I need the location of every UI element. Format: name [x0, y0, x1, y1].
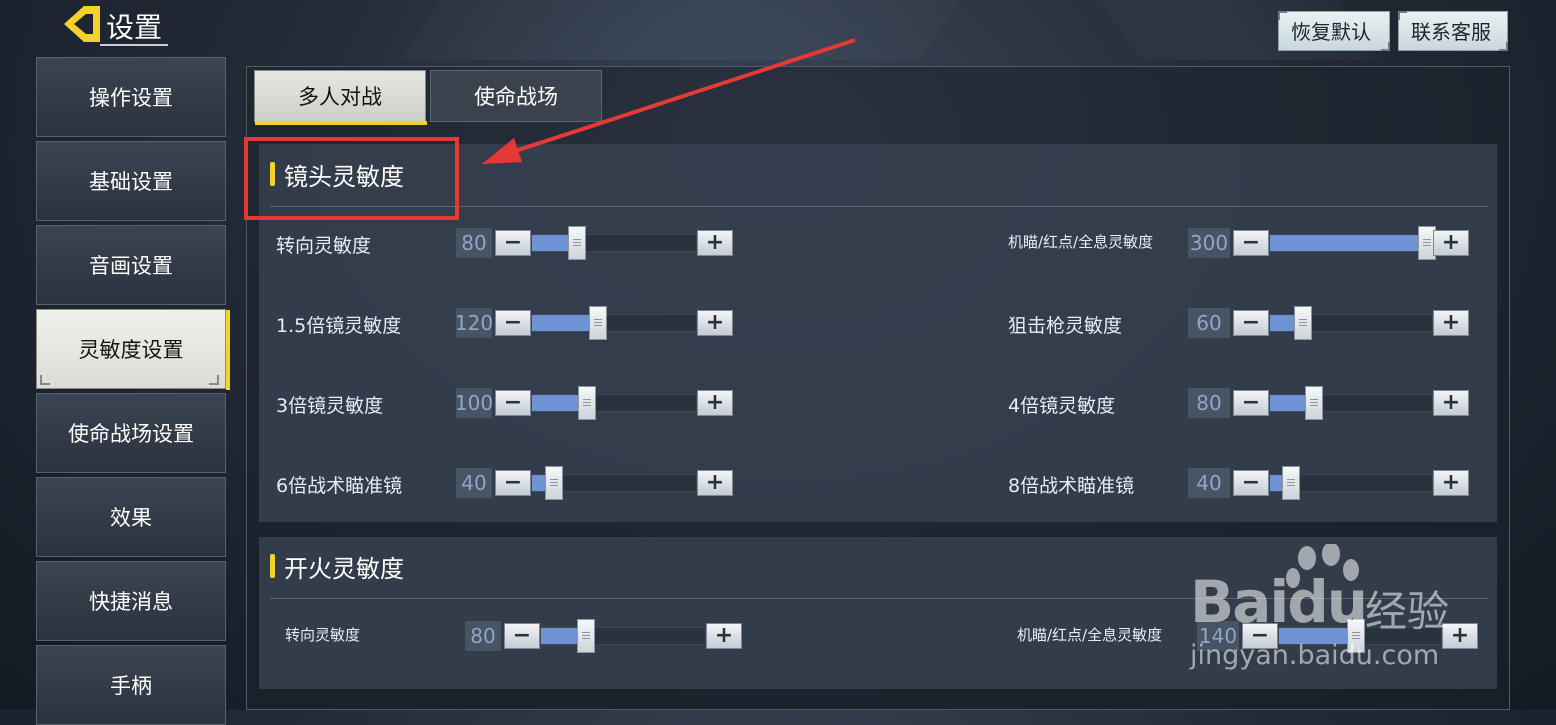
slider-track[interactable] — [1278, 619, 1442, 653]
section-title-fire: 开火灵敏度 — [284, 555, 404, 583]
title-underline — [100, 44, 168, 46]
slider-value: 80 — [465, 621, 501, 651]
slider-thumb[interactable] — [568, 226, 586, 260]
increase-button[interactable]: + — [697, 470, 733, 496]
slider-track[interactable] — [531, 306, 697, 340]
section-marker — [270, 554, 275, 578]
slider-value: 120 — [455, 308, 493, 338]
slider-fill — [1270, 235, 1427, 251]
slider-value: 80 — [456, 228, 492, 258]
sidebar-item-operation[interactable]: 操作设置 — [36, 57, 226, 137]
slider-track[interactable] — [1269, 466, 1433, 500]
contact-service-button[interactable]: 联系客服 — [1398, 11, 1508, 51]
slider-thumb[interactable] — [1294, 306, 1312, 340]
slider-label: 3倍镜灵敏度 — [276, 395, 384, 417]
fire-sensitivity-section — [259, 537, 1497, 689]
sidebar-item-sensitivity[interactable]: 灵敏度设置 — [36, 309, 230, 390]
sidebar-item-basic[interactable]: 基础设置 — [36, 141, 226, 221]
slider-thumb[interactable] — [545, 466, 563, 500]
corner-decor — [40, 375, 50, 385]
slider-label: 6倍战术瞄准镜 — [276, 475, 403, 497]
slider-value: 140 — [1197, 621, 1239, 651]
increase-button[interactable]: + — [1433, 390, 1469, 416]
slider-thumb[interactable] — [578, 386, 596, 420]
slider-track[interactable] — [1269, 386, 1433, 420]
tab-multiplayer[interactable]: 多人对战 — [254, 70, 427, 125]
restore-default-button[interactable]: 恢复默认 — [1278, 11, 1390, 51]
slider-label: 转向灵敏度 — [276, 235, 372, 257]
slider-fill — [1279, 628, 1356, 644]
slider-value: 60 — [1188, 308, 1230, 338]
sidebar-item-audio-video[interactable]: 音画设置 — [36, 225, 226, 305]
decrease-button[interactable]: − — [495, 470, 531, 496]
slider-label: 机瞄/红点/全息灵敏度 — [1008, 233, 1154, 251]
slider-track[interactable] — [531, 466, 697, 500]
slider-track[interactable] — [1269, 226, 1436, 260]
slider-value: 40 — [1188, 468, 1230, 498]
slider-label: 转向灵敏度 — [285, 626, 361, 644]
decrease-button[interactable]: − — [504, 623, 540, 649]
decrease-button[interactable]: − — [1233, 470, 1269, 496]
slider-track[interactable] — [540, 619, 706, 653]
increase-button[interactable]: + — [1442, 623, 1478, 649]
increase-button[interactable]: + — [706, 623, 742, 649]
annotation-arrow — [482, 38, 856, 164]
slider-track[interactable] — [531, 386, 697, 420]
increase-button[interactable]: + — [1433, 470, 1469, 496]
slider-thumb[interactable] — [589, 306, 607, 340]
highlight-box — [244, 137, 459, 220]
decrease-button[interactable]: − — [1233, 310, 1269, 336]
decrease-button[interactable]: − — [1233, 390, 1269, 416]
decrease-button[interactable]: − — [495, 310, 531, 336]
increase-button[interactable]: + — [1433, 310, 1469, 336]
increase-button[interactable]: + — [697, 230, 733, 256]
slider-track[interactable] — [531, 226, 697, 260]
slider-label: 狙击枪灵敏度 — [1008, 315, 1123, 337]
sidebar-item-controller[interactable]: 手柄 — [36, 645, 226, 725]
sidebar-item-effects[interactable]: 效果 — [36, 477, 226, 557]
slider-value: 80 — [1188, 388, 1230, 418]
slider-label: 4倍镜灵敏度 — [1008, 395, 1116, 417]
page-title: 设置 — [106, 11, 163, 44]
slider-track[interactable] — [1269, 306, 1433, 340]
decrease-button[interactable]: − — [495, 230, 531, 256]
slider-label: 1.5倍镜灵敏度 — [276, 315, 402, 337]
back-arrow-icon[interactable] — [60, 4, 104, 44]
decrease-button[interactable]: − — [1242, 623, 1278, 649]
sidebar-item-battle-royale[interactable]: 使命战场设置 — [36, 393, 226, 473]
corner-decor — [209, 375, 219, 385]
slider-label: 8倍战术瞄准镜 — [1008, 475, 1135, 497]
slider-value: 300 — [1188, 228, 1230, 258]
increase-button[interactable]: + — [697, 310, 733, 336]
sidebar-item-quick-messages[interactable]: 快捷消息 — [36, 561, 226, 641]
increase-button[interactable]: + — [697, 390, 733, 416]
section-divider — [270, 598, 1488, 599]
decrease-button[interactable]: − — [1233, 230, 1269, 256]
slider-label: 机瞄/红点/全息灵敏度 — [1017, 626, 1163, 644]
slider-thumb[interactable] — [577, 619, 595, 653]
slider-thumb[interactable] — [1305, 386, 1323, 420]
decrease-button[interactable]: − — [495, 390, 531, 416]
slider-value: 40 — [456, 468, 492, 498]
slider-thumb[interactable] — [1282, 466, 1300, 500]
slider-thumb[interactable] — [1347, 619, 1365, 653]
increase-button[interactable]: + — [1433, 230, 1469, 256]
slider-value: 100 — [455, 388, 493, 418]
sidebar-item-label: 灵敏度设置 — [78, 338, 184, 362]
